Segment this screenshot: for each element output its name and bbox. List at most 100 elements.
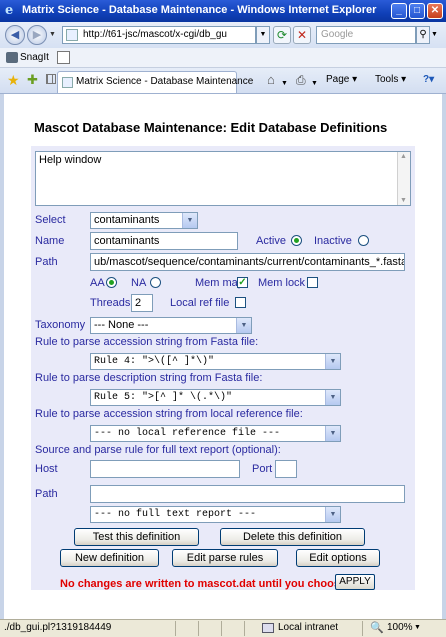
active-radio[interactable] xyxy=(291,235,302,246)
page-title: Mascot Database Maintenance: Edit Databa… xyxy=(34,120,388,135)
chevron-down-icon: ▼ xyxy=(325,426,340,441)
warning-text: No changes are written to mascot.dat unt… xyxy=(60,578,350,590)
address-input[interactable]: http://t61-jsc/mascot/x-cgi/db_gu xyxy=(62,26,256,44)
back-button[interactable]: ◀ xyxy=(5,25,25,45)
scroll-up-icon[interactable]: ▲ xyxy=(400,153,407,160)
taxonomy-select[interactable]: --- None --- ▼ xyxy=(90,317,252,334)
zoom-dropdown-icon[interactable]: ▼ xyxy=(414,620,421,636)
maximize-button[interactable]: □ xyxy=(409,3,425,19)
help-text: Help window xyxy=(39,154,102,166)
status-divider xyxy=(175,621,176,636)
print-dropdown-icon[interactable]: ▼ xyxy=(311,77,318,91)
rule-localref-value: --- no local reference file --- xyxy=(94,428,281,439)
snagit-button[interactable]: SnagIt xyxy=(20,52,49,63)
tab-database-maintenance[interactable]: Matrix Science - Database Maintenance xyxy=(57,71,253,93)
chevron-down-icon: ▼ xyxy=(325,390,340,405)
forward-button[interactable]: ▶ xyxy=(27,25,47,45)
search-icon[interactable]: ⚲ xyxy=(416,26,430,44)
aa-label: AA xyxy=(90,277,105,289)
taxonomy-select-value: --- None --- xyxy=(94,319,149,331)
name-label: Name xyxy=(35,235,65,247)
page-menu[interactable]: Page ▾ xyxy=(326,73,357,87)
chevron-down-icon: ▼ xyxy=(325,354,340,369)
history-dropdown-icon[interactable]: ▼ xyxy=(49,31,56,38)
host-label: Host xyxy=(35,463,58,475)
path-label: Path xyxy=(35,256,58,268)
rule-description-label: Rule to parse description string from Fa… xyxy=(35,372,263,384)
help-scrollbar[interactable]: ▲ ▼ xyxy=(397,152,410,205)
search-input[interactable]: Google xyxy=(316,26,416,44)
scroll-down-icon[interactable]: ▼ xyxy=(400,197,407,204)
snagit-toolbar: SnagIt xyxy=(0,48,446,68)
snagit-capture-icon[interactable] xyxy=(57,51,70,64)
na-label: NA xyxy=(131,277,147,289)
chevron-down-icon: ▼ xyxy=(236,318,251,333)
home-icon[interactable]: ⌂ xyxy=(267,73,275,87)
window-title: Matrix Science - Database Maintenance - … xyxy=(22,4,377,16)
tab-bar: ★ ✚ Matrix Science - Database Maintenanc… xyxy=(0,68,446,94)
quick-tabs-icon[interactable] xyxy=(46,74,56,84)
favorites-star-icon[interactable]: ★ xyxy=(7,73,20,87)
status-bar: ./db_gui.pl?1319184449 Local intranet 🔍 … xyxy=(0,619,446,637)
inactive-radio[interactable] xyxy=(358,235,369,246)
status-divider xyxy=(198,621,199,636)
port-input[interactable] xyxy=(275,460,297,478)
print-icon[interactable]: ⎙ xyxy=(296,73,306,87)
memmap-checkbox[interactable]: ✓ xyxy=(237,277,248,288)
help-window[interactable]: Help window ▲ ▼ xyxy=(35,151,411,206)
name-input[interactable]: contaminants xyxy=(90,232,238,250)
status-divider xyxy=(362,621,363,636)
chevron-down-icon: ▼ xyxy=(325,507,340,522)
address-bar-row: ◀ ▶ ▼ http://t61-jsc/mascot/x-cgi/db_gu … xyxy=(0,22,446,48)
delete-definition-button[interactable]: Delete this definition xyxy=(220,528,365,546)
zoom-level[interactable]: 100% xyxy=(387,620,413,636)
address-dropdown-button[interactable]: ▼ xyxy=(256,26,270,44)
status-divider xyxy=(221,621,222,636)
rule-localref-select[interactable]: --- no local reference file --- ▼ xyxy=(90,425,341,442)
rule-localref-label: Rule to parse accession string from loca… xyxy=(35,408,303,420)
apply-button[interactable]: APPLY xyxy=(335,574,375,590)
port-label: Port xyxy=(252,463,273,475)
rule-accession-select[interactable]: Rule 4: ">\([^ ]*\)" ▼ xyxy=(90,353,341,370)
test-definition-button[interactable]: Test this definition xyxy=(74,528,199,546)
database-select[interactable]: contaminants ▼ xyxy=(90,212,198,229)
host-input[interactable] xyxy=(90,460,240,478)
path-input[interactable]: ub/mascot/sequence/contaminants/current/… xyxy=(90,253,405,271)
fullpath-input[interactable] xyxy=(90,485,405,503)
chevron-down-icon: ▼ xyxy=(182,213,197,228)
rule-accession-label: Rule to parse accession string from Fast… xyxy=(35,336,259,348)
rule-accession-value: Rule 4: ">\([^ ]*\)" xyxy=(94,356,215,367)
security-zone: Local intranet xyxy=(278,622,339,633)
localref-label: Local ref file xyxy=(170,297,230,309)
snagit-icon[interactable] xyxy=(6,52,18,63)
edit-parse-rules-button[interactable]: Edit parse rules xyxy=(172,549,278,567)
memlock-label: Mem lock xyxy=(258,277,306,289)
fulltext-select[interactable]: --- no full text report --- ▼ xyxy=(90,506,341,523)
aa-radio[interactable] xyxy=(106,277,117,288)
status-divider xyxy=(244,621,245,636)
rule-description-value: Rule 5: ">[^ ]* \(.*\)" xyxy=(94,392,233,403)
edit-options-button[interactable]: Edit options xyxy=(296,549,380,567)
intranet-zone-icon xyxy=(262,623,274,633)
localref-checkbox[interactable] xyxy=(235,297,246,308)
tab-title: Matrix Science - Database Maintenance xyxy=(76,76,254,87)
threads-input[interactable]: 2 xyxy=(131,294,153,312)
page-content: Mascot Database Maintenance: Edit Databa… xyxy=(0,94,446,619)
rule-description-select[interactable]: Rule 5: ">[^ ]* \(.*\)" ▼ xyxy=(90,389,341,406)
new-definition-button[interactable]: New definition xyxy=(60,549,159,567)
add-favorite-icon[interactable]: ✚ xyxy=(27,73,38,87)
search-dropdown-icon[interactable]: ▼ xyxy=(431,31,438,38)
home-dropdown-icon[interactable]: ▼ xyxy=(281,77,288,91)
tools-menu[interactable]: Tools ▾ xyxy=(375,73,406,87)
fulltext-value: --- no full text report --- xyxy=(94,509,257,520)
tab-page-icon xyxy=(62,77,73,88)
refresh-button[interactable]: ⟳ xyxy=(273,26,291,44)
na-radio[interactable] xyxy=(150,277,161,288)
memlock-checkbox[interactable] xyxy=(307,277,318,288)
close-button[interactable]: ✕ xyxy=(427,3,443,19)
minimize-button[interactable]: _ xyxy=(391,3,407,19)
help-menu[interactable]: ?▾ xyxy=(423,73,434,87)
stop-button[interactable]: ✕ xyxy=(293,26,311,44)
database-select-value: contaminants xyxy=(94,214,160,226)
zoom-icon[interactable]: 🔍 xyxy=(370,620,384,636)
